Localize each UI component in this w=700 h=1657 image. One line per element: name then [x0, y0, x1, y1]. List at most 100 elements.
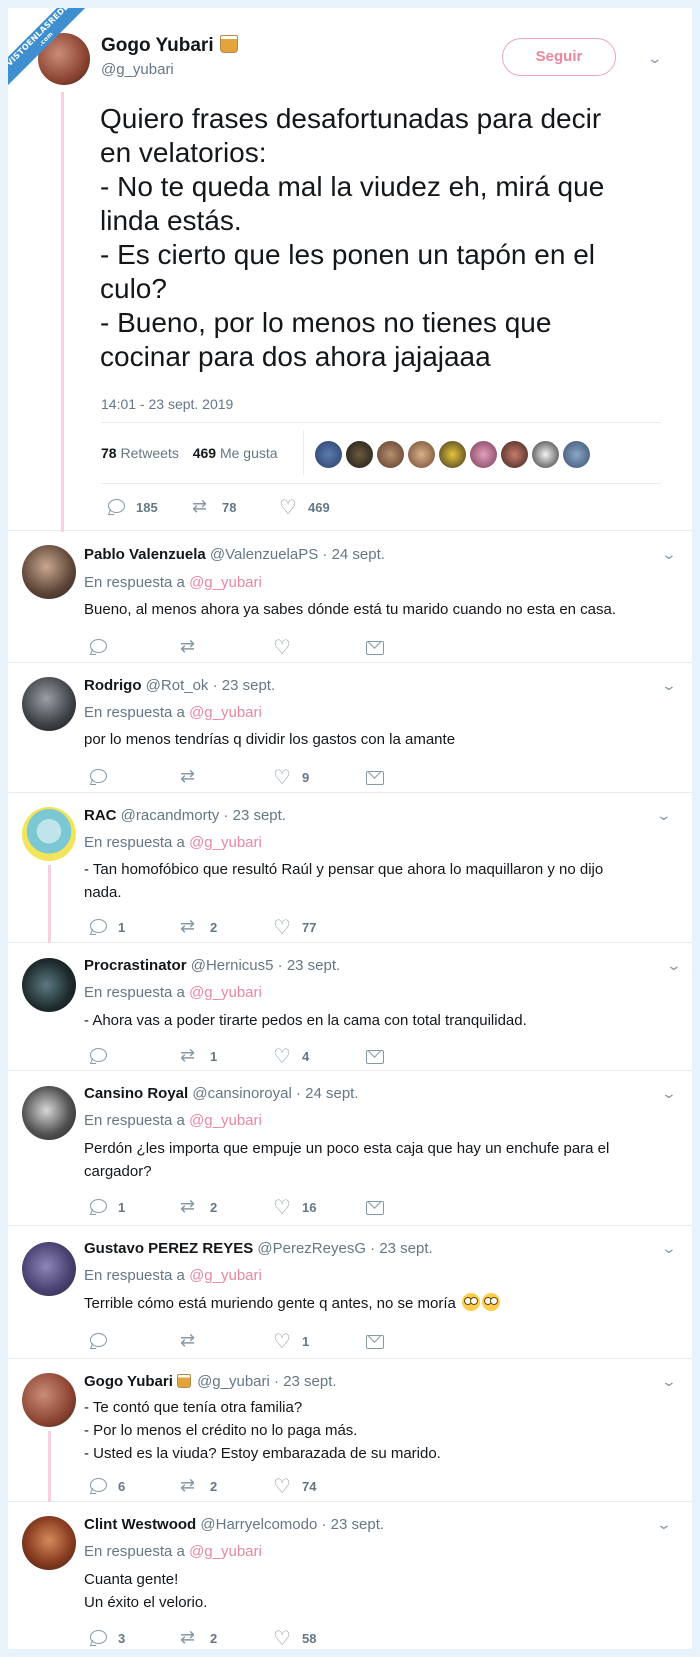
- reply-button[interactable]: 6: [88, 1477, 180, 1495]
- reply-author-handle[interactable]: @cansinoroyal: [192, 1085, 291, 1102]
- avatar[interactable]: [563, 441, 590, 468]
- chevron-down-icon[interactable]: ⌄: [661, 546, 677, 563]
- reply-button[interactable]: 185: [106, 498, 192, 516]
- reply-author-name[interactable]: RAC: [84, 807, 117, 824]
- avatar[interactable]: [408, 441, 435, 468]
- reply-date[interactable]: · 23 sept.: [274, 1373, 337, 1390]
- author-handle[interactable]: @g_yubari: [101, 61, 174, 78]
- reply-author-handle[interactable]: @g_yubari: [197, 1373, 270, 1390]
- like-button[interactable]: 77: [272, 915, 364, 939]
- retweet-button[interactable]: [180, 636, 272, 657]
- heart-icon: [272, 765, 292, 789]
- like-button[interactable]: 74: [272, 1474, 364, 1498]
- direct-message-button[interactable]: [364, 1047, 456, 1065]
- reply-date[interactable]: · 23 sept.: [322, 1516, 385, 1533]
- chevron-down-icon[interactable]: ⌄: [647, 50, 663, 67]
- reply-button[interactable]: 3: [88, 1629, 180, 1647]
- retweet-button[interactable]: 2: [180, 1475, 272, 1496]
- reply-author-name[interactable]: Pablo Valenzuela: [84, 546, 206, 563]
- like-button[interactable]: 9: [272, 765, 364, 789]
- direct-message-button[interactable]: [364, 1332, 456, 1350]
- chevron-down-icon[interactable]: ⌄: [666, 957, 682, 974]
- avatar[interactable]: [470, 441, 497, 468]
- like-button[interactable]: 4: [272, 1044, 364, 1068]
- reply-date[interactable]: · 23 sept.: [213, 677, 276, 694]
- retweet-button[interactable]: 1: [180, 1045, 272, 1066]
- retweet-button[interactable]: 2: [180, 1627, 272, 1648]
- in-reply-handle[interactable]: @g_yubari: [189, 1112, 262, 1129]
- reply-button[interactable]: [88, 1047, 180, 1065]
- reply-author-handle[interactable]: @Harryelcomodo: [200, 1516, 317, 1533]
- avatar[interactable]: [315, 441, 342, 468]
- like-button[interactable]: 58: [272, 1626, 364, 1649]
- in-reply-handle[interactable]: @g_yubari: [189, 984, 262, 1001]
- in-reply-handle[interactable]: @g_yubari: [189, 704, 262, 721]
- reply-author-name[interactable]: Clint Westwood: [84, 1516, 196, 1533]
- reply-icon: [88, 1198, 108, 1216]
- reply-date[interactable]: · 24 sept.: [322, 546, 385, 563]
- avatar[interactable]: [22, 545, 76, 599]
- reply-author-handle[interactable]: @PerezReyesG: [257, 1240, 366, 1257]
- reply-author-handle[interactable]: @Hernicus5: [191, 957, 274, 974]
- avatar[interactable]: [501, 441, 528, 468]
- in-reply-handle[interactable]: @g_yubari: [189, 1267, 262, 1284]
- chevron-down-icon[interactable]: ⌄: [656, 807, 672, 824]
- author-name-text[interactable]: Gogo Yubari: [101, 35, 214, 56]
- reply-button[interactable]: [88, 1332, 180, 1350]
- retweet-button[interactable]: 78: [192, 496, 278, 517]
- retweet-button[interactable]: [180, 1330, 272, 1351]
- avatar[interactable]: [346, 441, 373, 468]
- reply-date[interactable]: · 23 sept.: [370, 1240, 433, 1257]
- in-reply-handle[interactable]: @g_yubari: [189, 1543, 262, 1560]
- direct-message-button[interactable]: [364, 768, 456, 786]
- chevron-down-icon[interactable]: ⌄: [661, 1373, 677, 1390]
- chevron-down-icon[interactable]: ⌄: [661, 1085, 677, 1102]
- like-button[interactable]: 16: [272, 1195, 364, 1219]
- avatar[interactable]: [377, 441, 404, 468]
- like-button[interactable]: [272, 635, 364, 659]
- tweet-timestamp[interactable]: 14:01 - 23 sept. 2019: [101, 396, 233, 412]
- reply-button[interactable]: [88, 638, 180, 656]
- in-reply-handle[interactable]: @g_yubari: [189, 574, 262, 591]
- likes-label[interactable]: Me gusta: [220, 445, 278, 461]
- reply-author-name[interactable]: Rodrigo: [84, 677, 142, 694]
- avatar[interactable]: [532, 441, 559, 468]
- reply-author-name[interactable]: Gogo Yubari: [84, 1373, 173, 1390]
- likes-count[interactable]: 469: [193, 445, 216, 461]
- reply-author-handle[interactable]: @ValenzuelaPS: [210, 546, 318, 563]
- reply-author-handle[interactable]: @Rot_ok: [146, 677, 209, 694]
- avatar[interactable]: [22, 958, 76, 1012]
- like-button[interactable]: 469: [278, 495, 330, 519]
- reply-author-name[interactable]: Cansino Royal: [84, 1085, 188, 1102]
- retweet-button[interactable]: [180, 766, 272, 787]
- reply-author-name[interactable]: Procrastinator: [84, 957, 187, 974]
- reply-author-handle[interactable]: @racandmorty: [121, 807, 220, 824]
- retweets-label[interactable]: Retweets: [120, 445, 178, 461]
- avatar[interactable]: [22, 1373, 76, 1427]
- chevron-down-icon[interactable]: ⌄: [661, 1240, 677, 1257]
- avatar[interactable]: [22, 1516, 76, 1570]
- like-button[interactable]: 1: [272, 1329, 364, 1353]
- direct-message-button[interactable]: [364, 638, 456, 656]
- reply-button[interactable]: 1: [88, 1198, 180, 1216]
- reply-author-name[interactable]: Gustavo PEREZ REYES: [84, 1240, 253, 1257]
- direct-message-button[interactable]: [364, 1198, 456, 1216]
- avatar[interactable]: [22, 807, 76, 861]
- avatar[interactable]: [22, 1242, 76, 1296]
- retweets-count[interactable]: 78: [101, 445, 117, 461]
- reply-button[interactable]: 1: [88, 918, 180, 936]
- avatar[interactable]: [22, 677, 76, 731]
- retweet-button[interactable]: 2: [180, 1196, 272, 1217]
- chevron-down-icon[interactable]: ⌄: [661, 677, 677, 694]
- avatar[interactable]: [22, 1086, 76, 1140]
- author-name[interactable]: Gogo Yubari: [101, 35, 238, 57]
- reply-button[interactable]: [88, 768, 180, 786]
- reply-date[interactable]: · 24 sept.: [296, 1085, 359, 1102]
- follow-button[interactable]: Seguir: [502, 38, 616, 76]
- avatar[interactable]: [439, 441, 466, 468]
- in-reply-handle[interactable]: @g_yubari: [189, 834, 262, 851]
- chevron-down-icon[interactable]: ⌄: [656, 1516, 672, 1533]
- reply-date[interactable]: · 23 sept.: [278, 957, 341, 974]
- retweet-button[interactable]: 2: [180, 916, 272, 937]
- reply-date[interactable]: · 23 sept.: [223, 807, 286, 824]
